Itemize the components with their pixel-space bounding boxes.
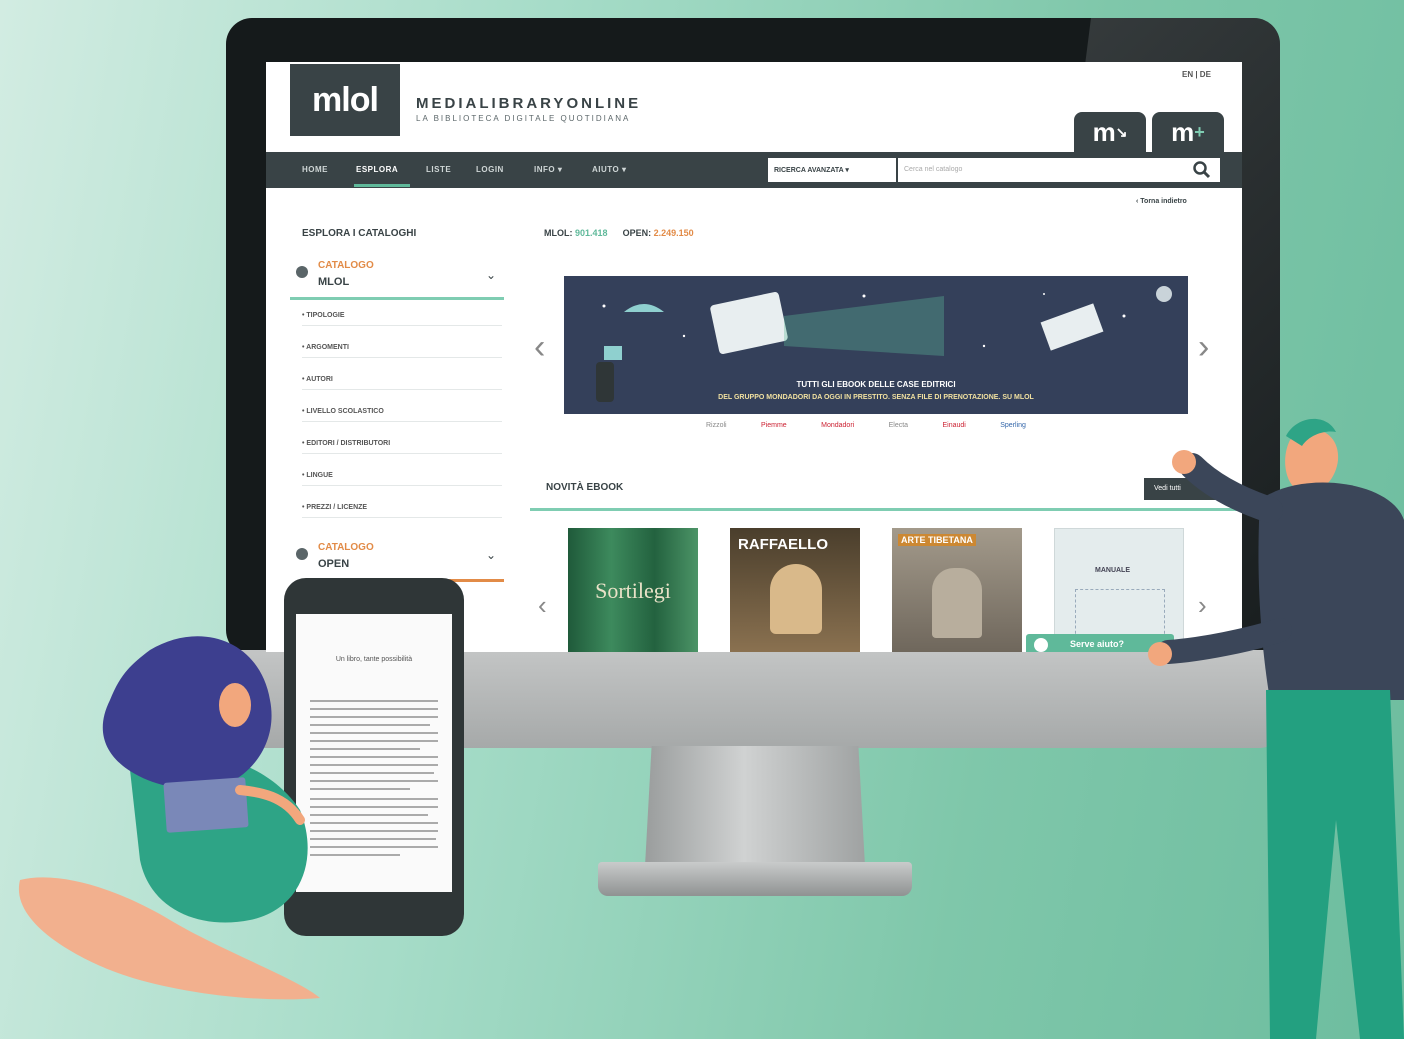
sidebar-item[interactable]: • LINGUE	[302, 472, 502, 486]
language-switch[interactable]: EN | DE	[1182, 70, 1211, 79]
sidebar-item[interactable]: • TIPOLOGIE	[302, 312, 502, 326]
book-title: Sortilegi	[595, 578, 671, 603]
catalog-dot-icon	[296, 548, 308, 560]
site-header: mlol MEDIALIBRARYONLINE LA BIBLIOTECA DI…	[266, 62, 1242, 152]
monitor-screen: mlol MEDIALIBRARYONLINE LA BIBLIOTECA DI…	[266, 62, 1242, 652]
book-cover[interactable]: Sortilegi	[568, 528, 698, 652]
book-title: RAFFAELLO	[738, 536, 828, 553]
promo-banner[interactable]: TUTTI GLI EBOOK DELLE CASE EDITRICI DEL …	[564, 276, 1188, 414]
back-link[interactable]: ‹ Torna indietro	[1136, 198, 1187, 205]
nav-active-indicator	[354, 184, 410, 187]
banner-subline: DEL GRUPPO MONDADORI DA OGGI IN PRESTITO…	[718, 394, 1034, 401]
catalog-1-underline	[290, 297, 504, 300]
sidebar-item[interactable]: • LIVELLO SCOLASTICO	[302, 408, 502, 422]
reader-figure	[596, 362, 614, 402]
book-title: ARTE TIBETANA	[898, 534, 976, 546]
monitor-stand-neck	[645, 746, 865, 866]
monitor-stand-foot	[598, 862, 912, 896]
search-input[interactable]: Cerca nel catalogo	[898, 158, 1188, 182]
chat-icon	[1034, 638, 1048, 652]
covers-prev-arrow[interactable]: ‹	[538, 590, 547, 621]
banner-headline: TUTTI GLI EBOOK DELLE CASE EDITRICI	[796, 380, 956, 389]
nav-liste[interactable]: LISTE	[426, 165, 451, 174]
nav-login[interactable]: LOGIN	[476, 165, 504, 174]
sidebar-item[interactable]: • ARGOMENTI	[302, 344, 502, 358]
sidebar-item[interactable]: • PREZZI / LICENZE	[302, 504, 502, 518]
section-title: NOVITÀ EBOOK	[546, 482, 624, 493]
brand-subtitle: LA BIBLIOTECA DIGITALE QUOTIDIANA	[416, 114, 631, 123]
catalog-dot-icon	[296, 266, 308, 278]
man-pointing-illustration	[1148, 418, 1404, 1039]
search-mode-select[interactable]: RICERCA AVANZATA ▾	[768, 158, 896, 182]
book-title: MANUALE	[1095, 567, 1130, 574]
book-cover[interactable]: ARTE TIBETANA	[892, 528, 1022, 652]
catalog-2-value[interactable]: OPEN	[318, 558, 349, 570]
mlol-logo[interactable]: mlol	[290, 64, 400, 136]
publisher-logos: Rizzoli Piemme Mondadori Electa Einaudi Sperl…	[706, 422, 1026, 429]
search-icon	[1193, 161, 1211, 179]
brand-title: MEDIALIBRARYONLINE	[416, 95, 642, 112]
book-cover[interactable]: RAFFAELLO	[730, 528, 860, 652]
sidebar-title: ESPLORA I CATALOGHI	[302, 228, 417, 239]
statue-figure	[932, 568, 982, 638]
sidebar-item[interactable]: • EDITORI / DISTRIBUTORI	[302, 440, 502, 454]
carousel-prev-arrow[interactable]: ‹	[534, 328, 545, 367]
m-button-1[interactable]: m ↘	[1074, 112, 1146, 152]
chevron-down-icon[interactable]: ⌄	[486, 268, 496, 282]
catalog-1-label: CATALOGO	[318, 260, 374, 271]
woman-reading-illustration	[18, 636, 320, 1000]
chevron-down-icon[interactable]: ⌄	[486, 548, 496, 562]
nav-esplora[interactable]: ESPLORA	[356, 165, 398, 174]
catalog-counts: MLOL: 901.418 OPEN: 2.249.150	[544, 228, 694, 238]
nav-home[interactable]: HOME	[302, 165, 328, 174]
nav-bar: HOME ESPLORA LISTE LOGIN INFO ▾ AIUTO ▾ …	[266, 152, 1242, 188]
catalog-2-label: CATALOGO	[318, 542, 374, 553]
search-button[interactable]	[1168, 158, 1220, 182]
nav-info[interactable]: INFO ▾	[534, 165, 562, 174]
portrait-figure	[770, 564, 822, 634]
m-plus-button[interactable]: m +	[1152, 112, 1224, 152]
sidebar-item[interactable]: • AUTORI	[302, 376, 502, 390]
catalog-1-value[interactable]: MLOL	[318, 276, 349, 288]
nav-aiuto[interactable]: AIUTO ▾	[592, 165, 627, 174]
carousel-next-arrow[interactable]: ›	[1198, 328, 1209, 367]
section-underline	[530, 508, 1242, 511]
